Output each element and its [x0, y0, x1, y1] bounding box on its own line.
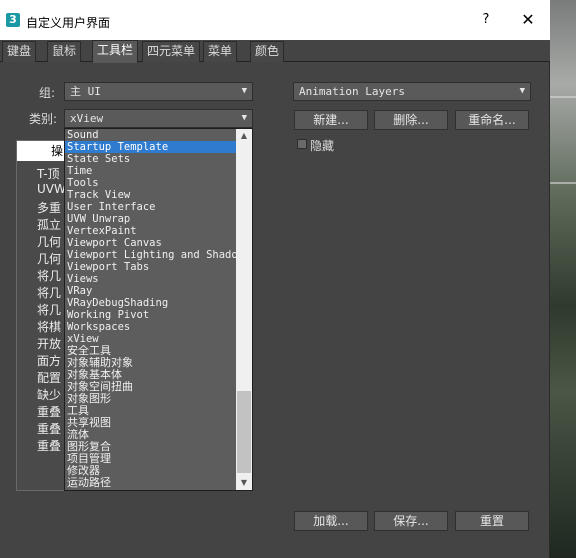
list-item[interactable]: 对象空间扭曲 [65, 381, 236, 393]
window-title: 自定义用户界面 [26, 16, 111, 30]
list-item[interactable]: 对象辅助对象 [65, 357, 236, 369]
action-item[interactable]: 重叠 [37, 420, 61, 437]
action-item[interactable]: 重叠 [37, 403, 61, 420]
list-item[interactable]: VRayDebugShading [65, 297, 236, 309]
list-item[interactable]: State Sets [65, 153, 236, 165]
group-value: 主 UI [70, 85, 101, 98]
action-item[interactable]: 将几 [37, 284, 61, 301]
action-item[interactable]: UVW [37, 182, 66, 196]
list-item[interactable]: Time [65, 165, 236, 177]
list-item-selected[interactable]: Startup Template [65, 141, 236, 153]
action-list-header: 操 [17, 141, 65, 161]
category-dropdown-list[interactable]: Sound Startup Template State Sets Time T… [64, 128, 253, 491]
list-item[interactable]: 项目管理 [65, 453, 236, 465]
group-label: 组: [39, 86, 56, 100]
list-item[interactable]: Viewport Canvas [65, 237, 236, 249]
hide-checkbox[interactable] [297, 139, 307, 149]
list-item[interactable]: 安全工具 [65, 345, 236, 357]
list-item[interactable]: User Interface [65, 201, 236, 213]
list-item[interactable]: 运动路径 [65, 477, 236, 489]
group-dropdown[interactable]: 主 UI ▼ [64, 82, 253, 101]
viewport-line [549, 96, 576, 98]
toolbar-dropdown[interactable]: Animation Layers ▼ [293, 82, 531, 101]
action-list[interactable]: 操 T-顶 UVW 多重 孤立 几何 几何 将几 将几 将几 将棋 开放 面方 … [16, 140, 66, 491]
action-item[interactable]: 将几 [37, 267, 61, 284]
list-item[interactable]: Working Pivot [65, 309, 236, 321]
load-button[interactable]: 加载... [294, 511, 368, 531]
category-dropdown[interactable]: xView ▼ [64, 109, 253, 128]
help-button[interactable]: ? [476, 10, 496, 30]
background-viewport [549, 0, 576, 558]
category-label: 类别: [29, 112, 58, 126]
list-item[interactable]: 工具 [65, 405, 236, 417]
hide-label: 隐藏 [310, 139, 335, 153]
tab-quad-menus[interactable]: 四元菜单 [142, 41, 201, 62]
tab-menus[interactable]: 菜单 [203, 41, 238, 62]
list-item[interactable]: Track View [65, 189, 236, 201]
list-item[interactable]: 流体 [65, 429, 236, 441]
save-button[interactable]: 保存... [374, 511, 448, 531]
app-icon: 3 [6, 13, 20, 27]
list-scrollbar[interactable]: ▲ ▼ [236, 129, 252, 490]
list-item[interactable]: VRay [65, 285, 236, 297]
chevron-down-icon: ▼ [519, 86, 525, 96]
list-item[interactable]: Viewport Lighting and Shadows [65, 249, 236, 261]
toolbar-value: Animation Layers [299, 85, 405, 98]
new-button[interactable]: 新建... [294, 110, 368, 130]
scroll-down-icon[interactable]: ▼ [236, 476, 252, 490]
chevron-down-icon: ▼ [241, 113, 247, 123]
scroll-up-icon[interactable]: ▲ [236, 129, 252, 143]
list-item[interactable]: 共享视图 [65, 417, 236, 429]
viewport-line [549, 182, 576, 184]
tab-keyboard[interactable]: 键盘 [2, 41, 37, 62]
tab-toolbars[interactable]: 工具栏 [92, 40, 139, 63]
list-item[interactable]: 图形复合 [65, 441, 236, 453]
action-item[interactable]: 将棋 [37, 318, 61, 335]
list-item[interactable]: Views [65, 273, 236, 285]
list-item[interactable]: UVW Unwrap [65, 213, 236, 225]
action-item[interactable]: 孤立 [37, 216, 61, 233]
action-item[interactable]: T-顶 [37, 165, 60, 182]
list-item[interactable]: xView [65, 333, 236, 345]
action-item[interactable]: 缺少 [37, 386, 61, 403]
list-item[interactable]: 修改器 [65, 465, 236, 477]
list-item[interactable]: Viewport Tabs [65, 261, 236, 273]
tab-colors[interactable]: 颜色 [250, 41, 285, 62]
category-list-items: Sound Startup Template State Sets Time T… [65, 129, 236, 489]
title-bar: 3 自定义用户界面 ? ✕ [0, 0, 550, 40]
list-item[interactable]: Tools [65, 177, 236, 189]
action-item[interactable]: 配置 [37, 369, 61, 386]
action-item[interactable]: 面方 [37, 352, 61, 369]
action-item[interactable]: 多重 [37, 199, 61, 216]
action-item[interactable]: 将几 [37, 301, 61, 318]
category-value: xView [70, 112, 104, 125]
action-item[interactable]: 几何 [37, 250, 61, 267]
list-item[interactable]: 对象图形 [65, 393, 236, 405]
customize-ui-dialog: 3 自定义用户界面 ? ✕ 键盘 鼠标 工具栏 四元菜单 菜单 颜色 组: 主 … [0, 0, 550, 558]
list-item[interactable]: VertexPaint [65, 225, 236, 237]
list-item[interactable]: 对象基本体 [65, 369, 236, 381]
list-item[interactable]: Sound [65, 129, 236, 141]
list-item[interactable]: Workspaces [65, 321, 236, 333]
tab-mouse[interactable]: 鼠标 [47, 41, 82, 62]
action-item[interactable]: 开放 [37, 335, 61, 352]
reset-button[interactable]: 重置 [455, 511, 529, 531]
action-item[interactable]: 重叠 [37, 437, 61, 454]
chevron-down-icon: ▼ [241, 86, 247, 96]
tab-strip: 键盘 鼠标 工具栏 四元菜单 菜单 颜色 [0, 40, 550, 63]
scroll-thumb[interactable] [237, 391, 251, 473]
action-item[interactable]: 几何 [37, 233, 61, 250]
rename-button[interactable]: 重命名... [455, 110, 529, 130]
close-button[interactable]: ✕ [518, 10, 538, 30]
delete-button[interactable]: 删除... [374, 110, 448, 130]
